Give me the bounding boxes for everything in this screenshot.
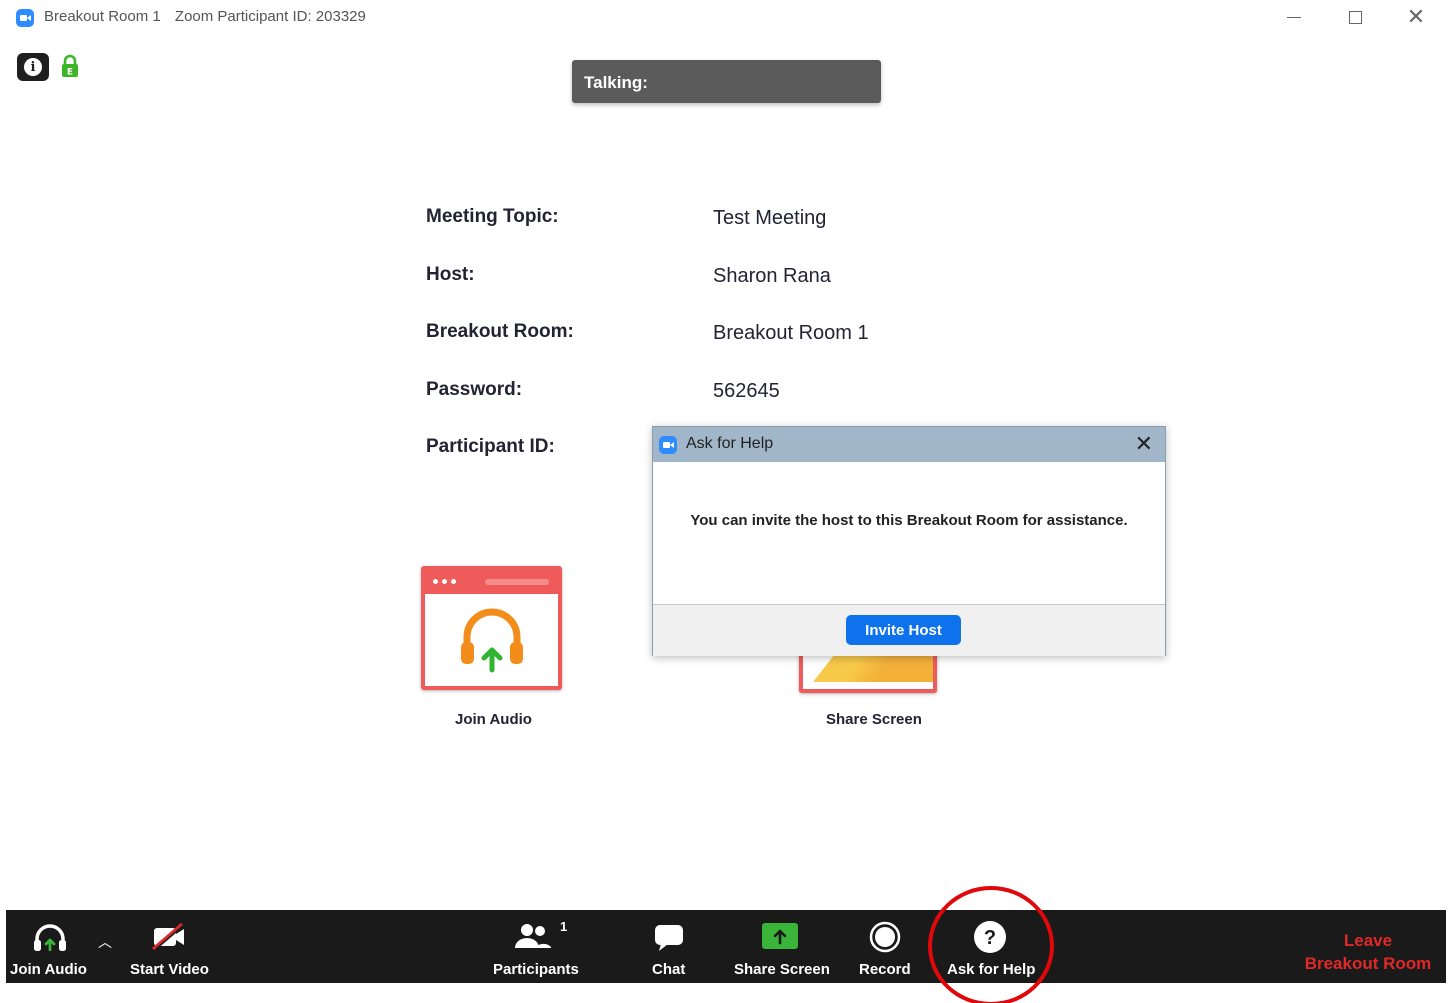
join-audio-tile-label[interactable]: Join Audio [455, 711, 532, 728]
window-subtitle-text: Zoom Participant ID: 203329 [174, 8, 366, 25]
host-label: Host: [426, 264, 475, 285]
leave-label-line2: Breakout Room [1304, 954, 1432, 973]
participants-button[interactable]: Participants [486, 910, 586, 983]
annotation-circle [928, 886, 1054, 1003]
close-icon: ✕ [1406, 4, 1426, 29]
record-button[interactable]: Record [852, 910, 918, 983]
breakout-room-value: Breakout Room 1 [713, 322, 869, 344]
tile-pill [485, 579, 549, 585]
window-dots-icon [433, 579, 456, 584]
meeting-toolbar: Join Audio ︿ Start Video Participants 1 … [6, 910, 1446, 983]
leave-breakout-room-button[interactable]: Leave Breakout Room [1298, 929, 1438, 975]
dialog-header: Ask for Help ✕ [653, 427, 1165, 462]
participants-icon [515, 924, 551, 948]
tile-window-bar [425, 570, 558, 594]
minimize-button[interactable] [1280, 4, 1308, 30]
meeting-topic-label: Meeting Topic: [426, 206, 559, 227]
close-icon: ✕ [1134, 431, 1153, 456]
ask-for-help-dialog: Ask for Help ✕ You can invite the host t… [652, 426, 1166, 656]
join-audio-label: Join Audio [10, 961, 87, 978]
title-bar: Breakout Room 1 Zoom Participant ID: 203… [0, 0, 1452, 36]
dialog-message: You can invite the host to this Breakout… [690, 512, 1128, 529]
encryption-lock-icon[interactable]: E [60, 54, 80, 78]
join-audio-tile[interactable] [421, 566, 562, 690]
record-icon [869, 921, 901, 953]
invite-host-button[interactable]: Invite Host [846, 615, 961, 645]
dialog-footer: Invite Host [653, 604, 1165, 656]
dialog-title: Ask for Help [686, 435, 774, 452]
svg-text:E: E [67, 68, 73, 78]
headphones-icon [34, 924, 66, 951]
share-screen-tile-label[interactable]: Share Screen [826, 711, 922, 728]
window-title: Breakout Room 1 Zoom Participant ID: 203… [44, 8, 376, 25]
audio-options-chevron-icon[interactable]: ︿ [98, 932, 112, 952]
password-label: Password: [426, 379, 523, 400]
meeting-topic-value: Test Meeting [713, 207, 827, 229]
meeting-info-button[interactable]: i [17, 53, 49, 81]
participants-count-badge: 1 [560, 919, 568, 934]
maximize-button[interactable] [1341, 4, 1369, 30]
talking-indicator: Talking: [572, 60, 881, 103]
share-screen-icon [762, 923, 798, 949]
zoom-logo-icon [659, 436, 677, 454]
share-screen-button[interactable]: Share Screen [728, 910, 830, 983]
start-video-button[interactable]: Start Video [122, 910, 218, 983]
share-screen-label: Share Screen [734, 961, 830, 978]
host-value: Sharon Rana [713, 265, 831, 287]
headphones-upload-icon [461, 608, 523, 673]
maximize-icon [1348, 10, 1362, 24]
video-off-icon [152, 922, 185, 950]
dialog-close-button[interactable]: ✕ [1135, 431, 1153, 457]
talking-label: Talking: [584, 73, 648, 92]
close-window-button[interactable]: ✕ [1402, 4, 1430, 30]
breakout-room-label: Breakout Room: [426, 321, 574, 342]
zoom-logo-icon [16, 9, 34, 27]
participants-label: Participants [493, 961, 579, 978]
chat-button[interactable]: Chat [642, 910, 696, 983]
password-value: 562645 [713, 380, 780, 402]
info-icon: i [24, 58, 42, 76]
chat-icon [655, 925, 683, 951]
chat-label: Chat [652, 961, 686, 978]
join-audio-button[interactable]: Join Audio [6, 910, 92, 983]
participant-id-label: Participant ID: [426, 436, 555, 457]
minimize-icon [1287, 16, 1301, 18]
record-label: Record [859, 961, 911, 978]
window-title-text: Breakout Room 1 [44, 8, 161, 25]
start-video-label: Start Video [130, 961, 209, 978]
leave-label-line1: Leave [1343, 931, 1393, 950]
